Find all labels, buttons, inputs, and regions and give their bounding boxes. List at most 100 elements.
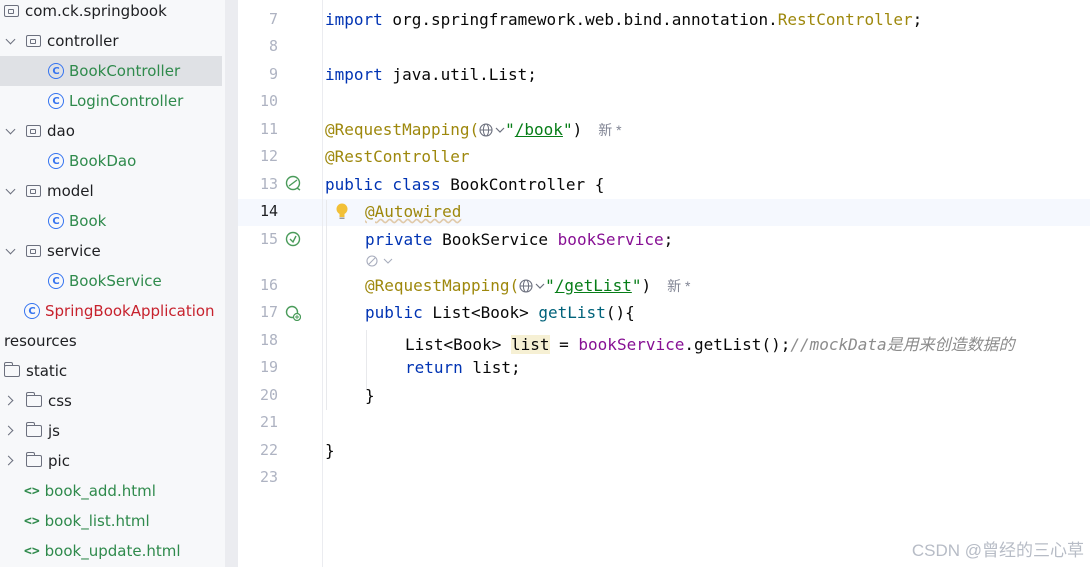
folder-icon <box>25 452 42 467</box>
chevron-right-icon[interactable] <box>4 454 18 468</box>
line-number: 20 <box>259 386 278 404</box>
code-line-17: public List<Book> getList(){ <box>365 303 635 322</box>
autowired-gutter-icon[interactable] <box>285 231 301 247</box>
spring-boot-class-icon: C <box>24 303 40 319</box>
line-number: 9 <box>268 65 278 83</box>
html-icon: <> <box>24 513 40 529</box>
spring-bean-gutter-icon[interactable] <box>285 175 301 191</box>
tree-item-springbookapplication[interactable]: C SpringBookApplication <box>0 296 225 326</box>
package-icon <box>4 5 19 17</box>
chevron-down-icon[interactable] <box>4 184 18 198</box>
tree-item-label: service <box>47 242 101 260</box>
tree-item-label: BookDao <box>69 152 137 170</box>
tree-item-label: SpringBookApplication <box>45 302 215 320</box>
folder-icon <box>25 392 42 407</box>
folder-icon <box>3 362 20 377</box>
tree-item-book[interactable]: C Book <box>0 206 225 236</box>
package-icon <box>26 35 41 47</box>
package-icon <box>26 185 41 197</box>
class-icon: C <box>48 63 64 79</box>
tree-item-book-add-html[interactable]: <> book_add.html <box>0 476 225 506</box>
tree-item-logincontroller[interactable]: C LoginController <box>0 86 225 116</box>
indent-guide <box>366 330 367 390</box>
tree-item-label: controller <box>47 32 119 50</box>
html-icon: <> <box>24 543 40 559</box>
chevron-down-icon[interactable] <box>4 244 18 258</box>
tree-item-label: BookController <box>69 62 181 80</box>
package-icon <box>26 125 41 137</box>
tree-item-com-ck-springbook[interactable]: com.ck.springbook <box>0 0 225 26</box>
tree-item-controller[interactable]: controller <box>0 26 225 56</box>
tree-item-label: book_add.html <box>44 482 156 500</box>
gutter-divider <box>322 0 323 567</box>
line-number: 11 <box>259 120 278 138</box>
tree-item-label: css <box>48 392 72 410</box>
usages-inlay-icon[interactable] <box>365 254 397 268</box>
class-icon: C <box>48 273 64 289</box>
tree-item-label: static <box>26 362 68 380</box>
tree-item-label: com.ck.springbook <box>25 2 167 20</box>
code-line-18: List<Book> list = bookService.getList();… <box>405 335 1015 354</box>
tree-item-label: model <box>47 182 94 200</box>
tree-item-label: book_update.html <box>44 542 181 560</box>
line-number: 16 <box>259 276 278 294</box>
tree-item-dao[interactable]: dao <box>0 116 225 146</box>
tree-item-label: pic <box>48 452 70 470</box>
chevron-down-icon[interactable] <box>4 34 18 48</box>
code-line-20: } <box>365 386 375 405</box>
tree-item-label: book_list.html <box>44 512 150 530</box>
code-line-19: return list; <box>405 358 521 377</box>
code-line-22: } <box>325 441 335 460</box>
class-icon: C <box>48 93 64 109</box>
author-hint[interactable]: 新 * <box>598 122 621 138</box>
tree-item-bookcontroller[interactable]: C BookController <box>0 56 222 86</box>
package-icon <box>26 245 41 257</box>
line-number: 12 <box>259 147 278 165</box>
tree-item-resources[interactable]: resources <box>0 326 225 356</box>
chevron-right-icon[interactable] <box>4 424 18 438</box>
tree-item-model[interactable]: model <box>0 176 225 206</box>
line-number: 23 <box>259 468 278 486</box>
project-tree: com.ck.springbook controller C BookControll… <box>0 0 225 567</box>
line-number: 14 <box>259 202 278 220</box>
line-number: 10 <box>259 92 278 110</box>
code-line-15: private BookService bookService; <box>365 230 674 249</box>
code-line-14: @Autowired <box>365 202 462 221</box>
code-line-16: @RequestMapping("/getList") 新 * <box>365 276 691 295</box>
line-number: 8 <box>268 37 278 55</box>
globe-icon[interactable] <box>519 279 535 293</box>
lightbulb-icon[interactable] <box>335 202 349 220</box>
code-line-11: @RequestMapping("/book") 新 * <box>325 120 622 139</box>
line-number: 21 <box>259 413 278 431</box>
code-line-13: public class BookController { <box>325 175 605 194</box>
html-icon: <> <box>24 483 40 499</box>
tree-item-js[interactable]: js <box>0 416 225 446</box>
tree-item-bookservice[interactable]: C BookService <box>0 266 225 296</box>
chevron-down-icon[interactable] <box>4 124 18 138</box>
tree-item-static[interactable]: static <box>0 356 225 386</box>
tree-item-pic[interactable]: pic <box>0 446 225 476</box>
folder-icon <box>25 422 42 437</box>
tree-item-label: LoginController <box>69 92 184 110</box>
tree-item-bookdao[interactable]: C BookDao <box>0 146 225 176</box>
class-icon: C <box>48 153 64 169</box>
line-number: 18 <box>259 331 278 349</box>
tree-item-label: Book <box>69 212 107 230</box>
watermark: CSDN @曾经的三心草 <box>911 541 1084 560</box>
line-number: 22 <box>259 441 278 459</box>
tree-item-service[interactable]: service <box>0 236 225 266</box>
line-number: 19 <box>259 358 278 376</box>
chevron-right-icon[interactable] <box>4 394 18 408</box>
tree-item-book-update-html[interactable]: <> book_update.html <box>0 536 225 566</box>
class-icon: C <box>48 213 64 229</box>
globe-icon[interactable] <box>479 123 495 137</box>
tree-item-book-list-html[interactable]: <> book_list.html <box>0 506 225 536</box>
panel-divider[interactable] <box>225 0 238 567</box>
request-mapping-gutter-icon[interactable] <box>285 305 301 321</box>
tree-item-css[interactable]: css <box>0 386 225 416</box>
chevron-down-icon[interactable] <box>535 282 545 290</box>
chevron-down-icon[interactable] <box>495 126 505 134</box>
indent-guide <box>326 200 327 410</box>
author-hint[interactable]: 新 * <box>667 278 690 294</box>
line-number: 17 <box>259 303 278 321</box>
